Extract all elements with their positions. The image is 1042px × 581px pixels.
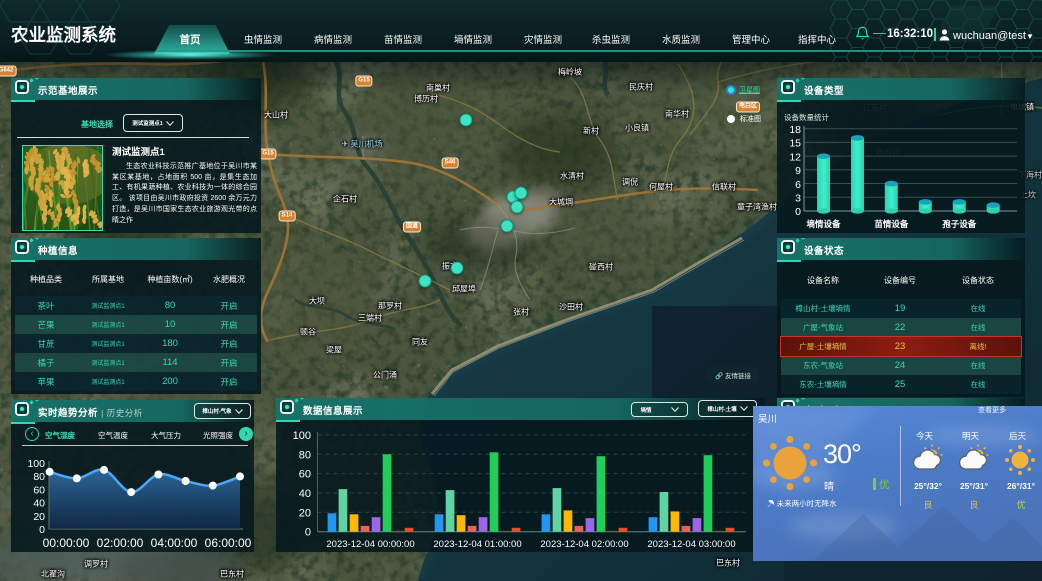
- svg-text:80: 80: [33, 471, 45, 483]
- svg-text:18: 18: [789, 126, 801, 136]
- svg-text:0: 0: [39, 524, 45, 536]
- svg-text:02:00:00: 02:00:00: [97, 536, 144, 550]
- svg-text:2023-12-04 03:00:00: 2023-12-04 03:00:00: [647, 539, 735, 550]
- svg-text:80: 80: [299, 449, 311, 461]
- svg-text:孢子设备: 孢子设备: [942, 219, 977, 229]
- svg-text:0: 0: [305, 527, 311, 539]
- svg-text:2023-12-04 01:00:00: 2023-12-04 01:00:00: [433, 539, 521, 550]
- svg-text:20: 20: [33, 511, 45, 523]
- svg-text:墒情设备: 墒情设备: [805, 219, 841, 229]
- svg-text:40: 40: [33, 498, 45, 510]
- svg-text:0: 0: [795, 206, 801, 218]
- svg-text:04:00:00: 04:00:00: [151, 536, 198, 550]
- svg-text:苗情设备: 苗情设备: [874, 219, 909, 229]
- svg-text:2023-12-04 00:00:00: 2023-12-04 00:00:00: [326, 539, 414, 550]
- svg-text:40: 40: [299, 488, 311, 500]
- svg-text:60: 60: [33, 484, 45, 496]
- svg-text:20: 20: [299, 507, 311, 519]
- svg-text:9: 9: [795, 165, 801, 177]
- svg-text:15: 15: [789, 138, 801, 150]
- svg-text:00:00:00: 00:00:00: [43, 536, 90, 550]
- svg-text:06:00:00: 06:00:00: [205, 536, 252, 550]
- svg-text:60: 60: [299, 469, 311, 481]
- svg-text:6: 6: [795, 179, 801, 191]
- svg-text:3: 3: [795, 193, 801, 205]
- svg-text:12: 12: [789, 151, 801, 163]
- svg-text:100: 100: [27, 458, 45, 470]
- svg-text:100: 100: [293, 430, 311, 442]
- svg-text:2023-12-04 02:00:00: 2023-12-04 02:00:00: [540, 539, 628, 550]
